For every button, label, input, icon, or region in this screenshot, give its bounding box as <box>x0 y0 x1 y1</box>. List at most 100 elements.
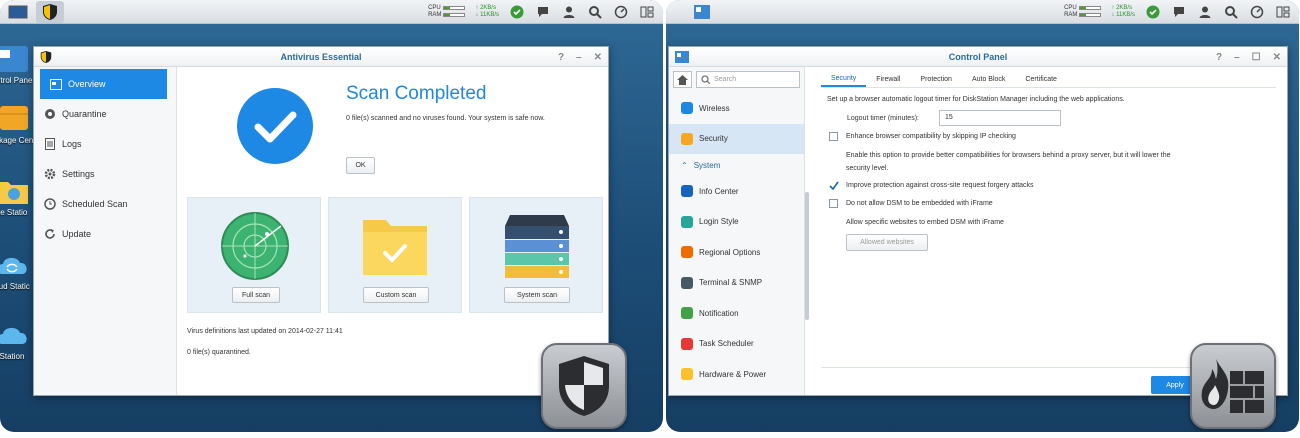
help-icon[interactable]: ? <box>1216 52 1222 63</box>
security-status-icon[interactable] <box>509 4 525 20</box>
window-titlebar[interactable]: Control Panel ? – ☐ ✕ <box>669 47 1287 67</box>
info-center-icon <box>681 185 693 198</box>
maximize-icon[interactable]: ☐ <box>1252 52 1261 63</box>
nav-logs[interactable]: Logs <box>34 129 176 159</box>
chevron-up-icon: ⌃ <box>681 160 688 170</box>
show-desktop-button[interactable] <box>688 1 716 23</box>
scheduled-scan-icon <box>44 198 56 210</box>
custom-scan-button[interactable]: Custom scan <box>363 287 429 303</box>
window-switch-icon[interactable] <box>639 4 655 20</box>
csrf-protection-checkbox[interactable] <box>829 181 839 191</box>
user-icon[interactable] <box>1197 4 1213 20</box>
nav-label: Settings <box>62 169 95 179</box>
logout-timer-input[interactable]: 15 <box>939 110 1061 126</box>
skip-ip-check-label: Enhance browser compatibility by skippin… <box>846 133 1016 140</box>
tab-auto-block[interactable]: Auto Block <box>962 71 1015 87</box>
sidebar-toolbar: Search <box>669 67 804 93</box>
skip-ip-check-description-cont: security level. <box>846 165 889 172</box>
download-speed: 11KB/s <box>480 11 499 18</box>
nav-login-style[interactable]: Login Style <box>669 207 804 238</box>
notification-icon <box>681 307 693 320</box>
window-title: Control Panel <box>948 51 1008 62</box>
skip-ip-check-description: Enable this option to provide better com… <box>846 152 1171 159</box>
allowed-websites-button[interactable]: Allowed websites <box>846 234 928 251</box>
nav-regional-options[interactable]: Regional Options <box>669 237 804 268</box>
search-input[interactable]: Search <box>696 71 800 88</box>
resource-meter: CPU RAM <box>428 5 466 19</box>
full-scan-card: Full scan <box>187 197 321 313</box>
shield-icon <box>43 3 57 20</box>
search-icon[interactable] <box>587 4 603 20</box>
network-speed: ↑ 2KB/s ↓ 11KB/s <box>475 4 499 18</box>
help-icon[interactable]: ? <box>558 52 564 63</box>
home-button[interactable] <box>673 71 692 88</box>
nav-label: Wireless <box>699 103 730 113</box>
nav-terminal-snmp[interactable]: Terminal & SNMP <box>669 268 804 299</box>
regional-options-icon <box>681 246 693 259</box>
show-desktop-button[interactable] <box>4 1 32 23</box>
security-icon <box>681 132 693 145</box>
control-panel-window: Control Panel ? – ☐ ✕ Search Wireless Sec… <box>668 46 1288 396</box>
nav-security[interactable]: Security <box>669 123 804 154</box>
check-circle-icon <box>237 88 313 164</box>
radar-icon <box>221 212 289 280</box>
chat-icon[interactable] <box>1171 4 1187 20</box>
minimize-icon[interactable]: – <box>576 52 582 63</box>
nav-label: Logs <box>62 139 82 149</box>
iframe-block-checkbox[interactable] <box>829 199 838 208</box>
desktop-icon <box>694 4 710 19</box>
nav-label: Notification <box>699 308 739 318</box>
minimize-icon[interactable]: – <box>1234 52 1240 63</box>
biohazard-icon <box>44 108 56 120</box>
network-speed: ↑ 2KB/s ↓ 11KB/s <box>1111 4 1135 18</box>
nav-update[interactable]: Update <box>34 219 176 249</box>
sidebar: Search Wireless Security ⌃ System Info Cente… <box>669 67 805 395</box>
nav-label: Login Style <box>699 217 739 227</box>
security-status-icon[interactable] <box>1145 4 1161 20</box>
nav-scheduled-scan[interactable]: Scheduled Scan <box>34 189 176 219</box>
control-panel-icon <box>675 51 689 63</box>
nav-quarantine[interactable]: Quarantine <box>34 99 176 129</box>
widgets-icon[interactable] <box>1249 4 1265 20</box>
antivirus-taskbar-button[interactable] <box>36 0 64 23</box>
folder-check-icon <box>363 220 427 275</box>
nav-group-header[interactable]: ⌃ System <box>669 154 804 176</box>
nav-overview[interactable]: Overview <box>40 69 167 99</box>
chat-icon[interactable] <box>535 4 551 20</box>
nav-notification[interactable]: Notification <box>669 298 804 329</box>
tab-certificate[interactable]: Certificate <box>1015 71 1067 87</box>
download-speed: 11KB/s <box>1116 11 1135 18</box>
iframe-allow-description: Allow specific websites to embed DSM wit… <box>846 219 1004 226</box>
search-icon <box>701 75 710 84</box>
nav-settings[interactable]: Settings <box>34 159 176 189</box>
nav-label: Info Center <box>699 186 739 196</box>
definitions-status: Virus definitions last updated on 2014-0… <box>187 328 343 335</box>
close-icon[interactable]: ✕ <box>1273 52 1281 63</box>
home-icon <box>677 74 688 85</box>
skip-ip-check-checkbox[interactable] <box>829 132 838 141</box>
full-scan-button[interactable]: Full scan <box>232 287 280 303</box>
tab-firewall[interactable]: Firewall <box>866 71 910 87</box>
window-title: Antivirus Essential <box>280 51 362 62</box>
nav-task-scheduler[interactable]: Task Scheduler <box>669 329 804 360</box>
close-icon[interactable]: ✕ <box>594 52 602 63</box>
search-placeholder: Search <box>714 76 737 83</box>
nav-info-center[interactable]: Info Center <box>669 176 804 207</box>
system-scan-button[interactable]: System scan <box>504 287 570 303</box>
nav-label: Update <box>62 229 92 239</box>
ram-label: RAM <box>428 11 442 18</box>
user-icon[interactable] <box>561 4 577 20</box>
sidebar-scrollbar[interactable] <box>805 192 809 320</box>
window-switch-icon[interactable] <box>1275 4 1291 20</box>
widgets-icon[interactable] <box>613 4 629 20</box>
tab-protection[interactable]: Protection <box>910 71 962 87</box>
nav-label: Scheduled Scan <box>62 199 128 209</box>
search-icon[interactable] <box>1223 4 1239 20</box>
nav-wireless[interactable]: Wireless <box>669 93 804 124</box>
ok-button[interactable]: OK <box>346 157 375 174</box>
control-panel-screenshot-panel: CPU RAM ↑ 2KB/s ↓ 11KB/s Control Panel ?… <box>666 0 1299 432</box>
tab-security[interactable]: Security <box>821 71 867 87</box>
nav-hardware-power[interactable]: Hardware & Power <box>669 359 804 390</box>
window-titlebar[interactable]: Antivirus Essential ? – ✕ <box>34 47 608 67</box>
cpu-label: CPU <box>1064 4 1077 11</box>
